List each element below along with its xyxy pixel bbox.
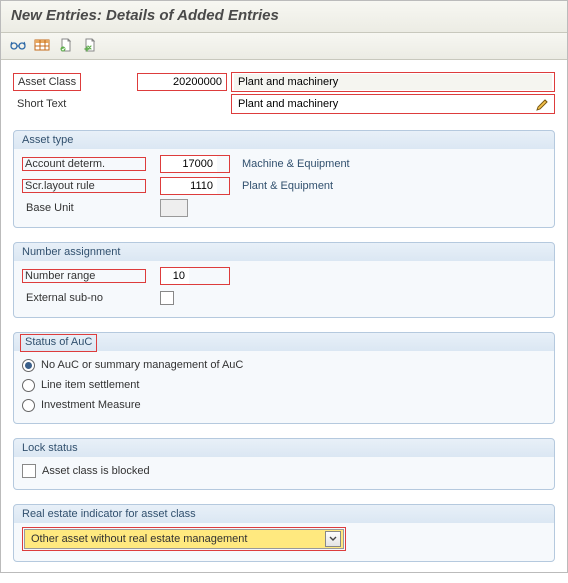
scr-layout-desc: Plant & Equipment — [238, 180, 546, 192]
glasses-icon[interactable] — [9, 37, 27, 53]
base-unit-input[interactable] — [160, 199, 188, 217]
group-asset-type-title: Asset type — [14, 131, 554, 149]
radio-line-item[interactable]: Line item settlement — [22, 375, 546, 395]
group-asset-type: Asset type Account determ. Machine & Equ… — [13, 130, 555, 228]
real-estate-selected: Other asset without real estate manageme… — [31, 533, 247, 545]
number-range-input[interactable] — [161, 268, 189, 284]
base-unit-label: Base Unit — [22, 200, 152, 216]
short-text-label: Short Text — [13, 96, 133, 112]
header-grid: Asset Class Short Text — [13, 72, 555, 114]
toolbar — [1, 33, 567, 60]
radio-investment[interactable]: Investment Measure — [22, 395, 546, 415]
short-text-input[interactable] — [234, 96, 552, 112]
group-status-auc: Status of AuC No AuC or summary manageme… — [13, 332, 555, 424]
page-title: New Entries: Details of Added Entries — [11, 7, 557, 24]
number-range-label: Number range — [22, 269, 146, 283]
scr-layout-input[interactable] — [161, 178, 217, 194]
page-plain-icon[interactable] — [81, 37, 99, 53]
radio-line-item-label: Line item settlement — [41, 379, 139, 391]
asset-class-label: Asset Class — [13, 73, 81, 91]
group-number-assignment-title: Number assignment — [14, 243, 554, 261]
page-green-icon[interactable] — [57, 37, 75, 53]
group-lock-status-title: Lock status — [14, 439, 554, 457]
radio-investment-label: Investment Measure — [41, 399, 141, 411]
pencil-icon[interactable] — [534, 97, 550, 113]
group-number-assignment: Number assignment Number range External … — [13, 242, 555, 318]
radio-no-auc[interactable]: No AuC or summary management of AuC — [22, 355, 546, 375]
radio-icon — [22, 359, 35, 372]
external-subno-checkbox[interactable] — [160, 291, 174, 305]
scr-layout-label: Scr.layout rule — [22, 179, 146, 193]
title-bar: New Entries: Details of Added Entries — [1, 1, 567, 33]
chevron-down-icon — [325, 531, 341, 547]
radio-icon — [22, 399, 35, 412]
asset-class-input[interactable] — [138, 74, 226, 90]
group-real-estate-title: Real estate indicator for asset class — [14, 505, 554, 523]
radio-icon — [22, 379, 35, 392]
account-determ-desc: Machine & Equipment — [238, 158, 546, 170]
group-real-estate: Real estate indicator for asset class Ot… — [13, 504, 555, 562]
account-determ-input[interactable] — [161, 156, 217, 172]
asset-blocked-label: Asset class is blocked — [42, 465, 150, 477]
group-status-auc-title: Status of AuC — [14, 333, 554, 351]
radio-no-auc-label: No AuC or summary management of AuC — [41, 359, 243, 371]
real-estate-dropdown[interactable]: Other asset without real estate manageme… — [24, 529, 344, 549]
external-subno-label: External sub-no — [22, 290, 152, 306]
asset-class-desc — [234, 74, 552, 90]
account-determ-label: Account determ. — [22, 157, 146, 171]
asset-blocked-checkbox[interactable] — [22, 464, 36, 478]
status-auc-title-text: Status of AuC — [20, 334, 97, 352]
table-icon[interactable] — [33, 37, 51, 53]
group-lock-status: Lock status Asset class is blocked — [13, 438, 555, 490]
